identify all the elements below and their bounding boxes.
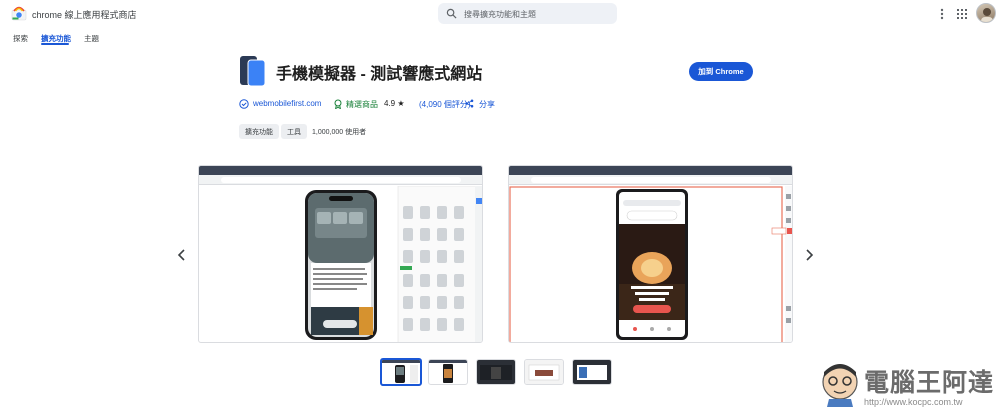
more-vert-icon[interactable] bbox=[936, 7, 948, 21]
chevron-right-icon[interactable] bbox=[804, 249, 814, 261]
thumbnail-3[interactable] bbox=[476, 359, 516, 385]
screenshot-2-content bbox=[509, 186, 792, 342]
browser-urlbar bbox=[199, 175, 482, 185]
screenshot-1-content bbox=[305, 186, 482, 342]
featured-label: 精選商品 bbox=[346, 100, 378, 109]
watermark-url: http://www.kocpc.com.tw bbox=[864, 397, 963, 407]
website-link[interactable]: webmobilefirst.com bbox=[253, 99, 321, 108]
extension-title: 手機模擬器 - 測試響應式網站 bbox=[276, 66, 483, 83]
chip-tools[interactable]: 工具 bbox=[281, 124, 307, 139]
search-input[interactable]: 搜尋擴充功能和主題 bbox=[464, 9, 536, 20]
featured-badge-icon bbox=[334, 99, 342, 109]
verified-icon bbox=[239, 99, 249, 109]
thumbnail-4[interactable] bbox=[524, 359, 564, 385]
thumbnail-2[interactable] bbox=[428, 359, 468, 385]
share-icon[interactable] bbox=[465, 99, 474, 108]
apps-grid-icon[interactable] bbox=[956, 8, 968, 20]
add-to-chrome-button[interactable]: 加到 Chrome bbox=[689, 62, 753, 81]
chrome-store-logo[interactable] bbox=[11, 5, 27, 21]
avatar[interactable] bbox=[976, 3, 996, 23]
store-name[interactable]: chrome 線上應用程式商店 bbox=[32, 8, 137, 21]
active-tab-indicator bbox=[41, 43, 69, 45]
extension-meta: webmobilefirst.com 精選商品 4.9 ★ (4,090 個評分… bbox=[239, 99, 639, 111]
watermark-title: 電腦王阿達 bbox=[864, 368, 995, 397]
search-bar[interactable]: 搜尋擴充功能和主題 bbox=[438, 3, 617, 24]
tab-explore[interactable]: 探索 bbox=[13, 33, 28, 44]
chevron-left-icon[interactable] bbox=[177, 249, 187, 261]
browser-urlbar bbox=[509, 175, 792, 185]
search-icon bbox=[446, 8, 457, 19]
avatar-image bbox=[981, 8, 993, 22]
watermark: 電腦王阿達 http://www.kocpc.com.tw bbox=[820, 360, 1000, 413]
browser-titlebar bbox=[509, 166, 792, 182]
mascot-logo bbox=[822, 364, 858, 407]
top-bar: chrome 線上應用程式商店 搜尋擴充功能和主題 bbox=[0, 0, 1000, 28]
screenshot-1[interactable] bbox=[198, 165, 483, 343]
extension-logo-icon bbox=[240, 56, 266, 87]
tab-themes[interactable]: 主題 bbox=[84, 33, 99, 44]
rating-value: 4.9 ★ bbox=[384, 99, 405, 108]
reviews-link[interactable]: (4,090 個評分) bbox=[419, 99, 471, 110]
user-count: 1,000,000 使用者 bbox=[312, 129, 367, 136]
thumbnail-1[interactable] bbox=[380, 358, 422, 386]
share-button[interactable]: 分享 bbox=[479, 99, 495, 110]
browser-titlebar bbox=[199, 166, 482, 182]
screenshot-2[interactable] bbox=[508, 165, 793, 343]
thumbnail-5[interactable] bbox=[572, 359, 612, 385]
chip-extensions[interactable]: 擴充功能 bbox=[239, 124, 279, 139]
